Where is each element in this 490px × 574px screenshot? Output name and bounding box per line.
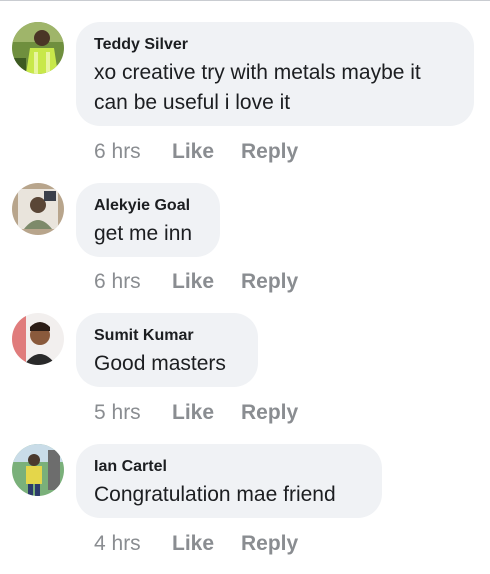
profile-photo-icon <box>12 444 64 496</box>
like-button[interactable]: Like <box>172 400 241 426</box>
like-button[interactable]: Like <box>172 269 241 295</box>
comment-actions: 6 hrs Like Reply <box>94 139 298 165</box>
profile-photo-icon <box>12 22 64 74</box>
comment-author[interactable]: Teddy Silver <box>94 36 456 54</box>
avatar-ian-cartel[interactable] <box>12 444 64 496</box>
top-divider <box>0 0 490 1</box>
like-button[interactable]: Like <box>172 139 241 165</box>
comment-actions: 5 hrs Like Reply <box>94 400 298 426</box>
reply-button[interactable]: Reply <box>241 400 298 426</box>
comment-author[interactable]: Alekyie Goal <box>94 197 202 215</box>
comment-timestamp[interactable]: 4 hrs <box>94 531 172 557</box>
comment-actions: 4 hrs Like Reply <box>94 531 298 557</box>
comment-author[interactable]: Ian Cartel <box>94 458 364 476</box>
comment-bubble: Alekyie Goal get me inn <box>76 183 220 257</box>
comment-timestamp[interactable]: 6 hrs <box>94 139 172 165</box>
avatar-teddy-silver[interactable] <box>12 22 64 74</box>
comment-text-line: get me inn <box>94 222 193 245</box>
profile-photo-icon <box>12 183 64 235</box>
comment-timestamp[interactable]: 6 hrs <box>94 269 172 295</box>
comment-actions: 6 hrs Like Reply <box>94 269 298 295</box>
reply-button[interactable]: Reply <box>241 139 298 165</box>
like-button[interactable]: Like <box>172 531 241 557</box>
comment-bubble: Teddy Silver xo creative try with metals… <box>76 22 474 126</box>
comment-bubble: Sumit Kumar Good masters <box>76 313 258 387</box>
comment-text-line: can be useful i love it <box>94 91 291 114</box>
comment-author[interactable]: Sumit Kumar <box>94 327 240 345</box>
comment-text-line: Good masters <box>94 352 226 375</box>
avatar-sumit-kumar[interactable] <box>12 313 64 365</box>
comment-timestamp[interactable]: 5 hrs <box>94 400 172 426</box>
comment-text-line: Congratulation mae friend <box>94 483 336 506</box>
comment-bubble: Ian Cartel Congratulation mae friend <box>76 444 382 518</box>
reply-button[interactable]: Reply <box>241 269 298 295</box>
profile-photo-icon <box>12 313 64 365</box>
avatar-alekyie-goal[interactable] <box>12 183 64 235</box>
comment-text-line: xo creative try with metals maybe it <box>94 61 421 84</box>
reply-button[interactable]: Reply <box>241 531 298 557</box>
